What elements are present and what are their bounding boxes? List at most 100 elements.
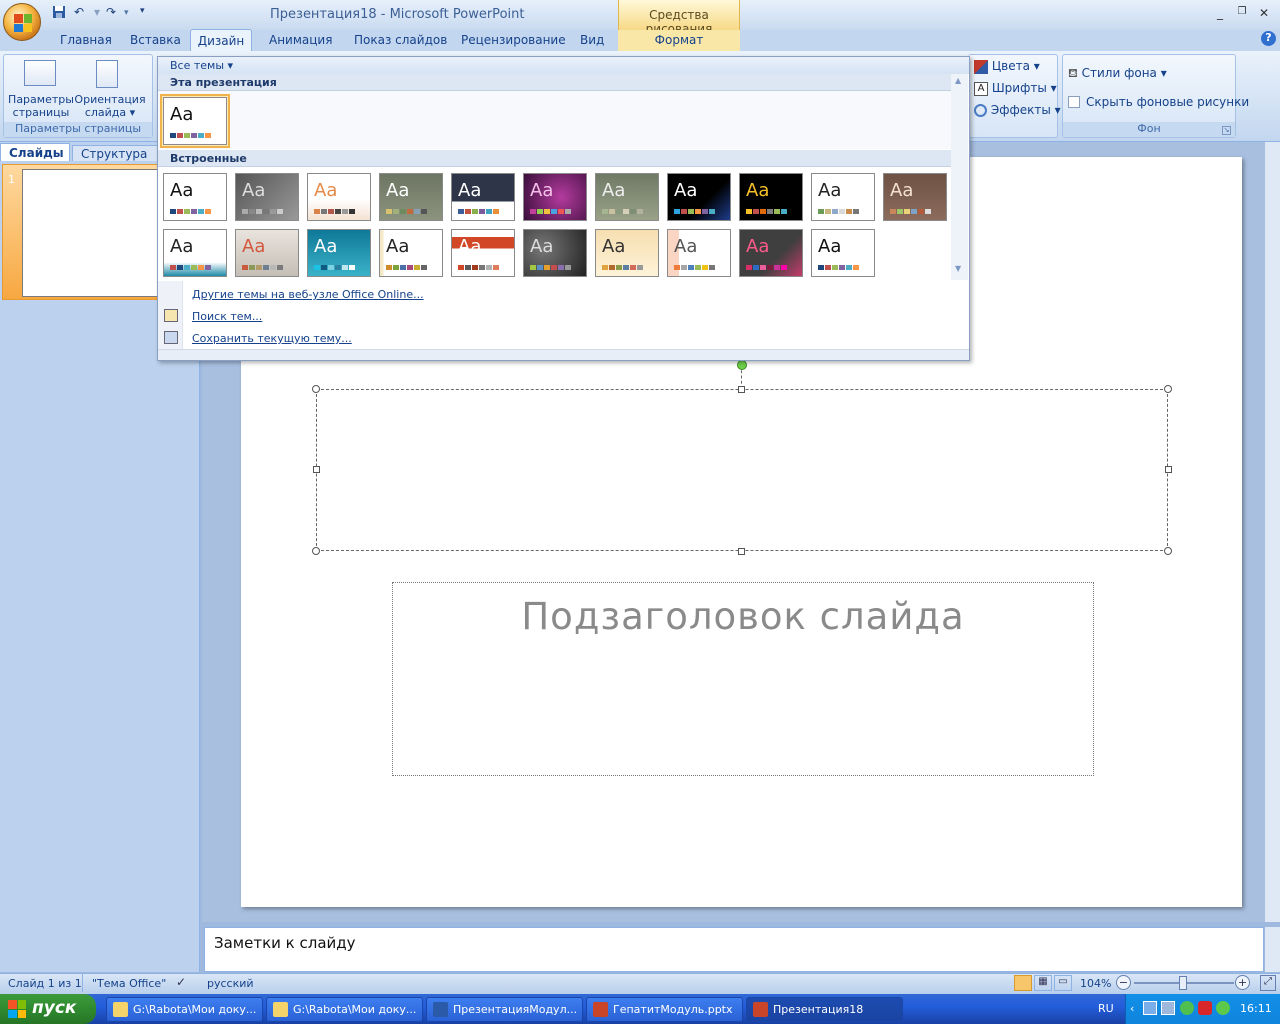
rotate-handle[interactable] [737,360,747,370]
fit-to-window-icon[interactable]: ⤢ [1260,975,1276,991]
gallery-resize-grip[interactable] [158,349,969,360]
tab-view[interactable]: Вид [576,33,608,51]
colors-button[interactable]: Цвета ▾ [974,59,1040,74]
redo-icon[interactable]: ↷ [106,5,116,23]
notes-pane[interactable] [204,927,1264,972]
spellcheck-icon[interactable]: ✓ [176,975,186,989]
taskbar-button-word[interactable]: ПрезентацияМодул... [426,997,583,1022]
redo-dropdown-icon[interactable]: ▾ [124,8,129,26]
zoom-slider-thumb[interactable] [1179,976,1187,990]
gallery-scrollbar[interactable]: ▲ ▼ [951,74,968,280]
resize-handle[interactable] [1164,547,1172,555]
resize-handle[interactable] [1164,385,1172,393]
taskbar-button-folder-1[interactable]: G:\Rabota\Мои доку... [106,997,263,1022]
page-setup-button[interactable]: Параметры страницы [6,93,76,119]
customize-qat-icon[interactable]: ▾ [140,6,145,24]
language-indicator[interactable]: RU [1098,1002,1114,1015]
resize-handle[interactable] [738,386,745,393]
resize-handle[interactable] [313,466,320,473]
slideshow-view-icon[interactable]: ▭ [1054,975,1072,991]
scroll-down-icon[interactable]: ▼ [955,264,961,273]
slide-scrollbar[interactable] [1265,142,1280,922]
taskbar-button-folder-2[interactable]: G:\Rabota\Мои доку... [266,997,423,1022]
theme-thumb[interactable]: Aa [307,173,371,221]
antivirus-icon[interactable] [1198,1001,1212,1015]
theme-thumb[interactable]: Aa [163,173,227,221]
scroll-up-icon[interactable]: ▲ [955,76,961,85]
dialog-launcher-icon[interactable]: ↘ [1222,126,1231,135]
theme-thumb[interactable]: Aa [595,229,659,277]
slide-thumbnail[interactable] [22,169,160,297]
title-placeholder[interactable] [316,389,1168,551]
zoom-level[interactable]: 104% [1080,977,1111,990]
resize-handle[interactable] [738,548,745,555]
hide-background-graphics[interactable]: Скрыть фоновые рисунки [1068,95,1249,109]
theme-thumb[interactable]: Aa [667,173,731,221]
theme-thumb[interactable]: Aa [379,229,443,277]
save-icon[interactable] [52,5,66,23]
theme-thumb[interactable]: Aa [595,173,659,221]
resize-handle[interactable] [1165,466,1172,473]
theme-thumb[interactable]: Aa [739,229,803,277]
normal-view-icon[interactable] [1014,975,1032,991]
language[interactable]: русский [207,977,254,990]
restore-button[interactable]: ❐ [1232,6,1252,22]
resize-handle[interactable] [312,547,320,555]
theme-thumb[interactable]: Aa [523,173,587,221]
security-shield-icon[interactable] [1180,1001,1194,1015]
tab-format[interactable]: Формат [618,30,740,51]
fonts-button[interactable]: A Шрифты ▾ [974,81,1057,96]
taskbar-button-pptx[interactable]: ГепатитМодуль.pptx [586,997,743,1022]
network-icon-2[interactable] [1161,1001,1175,1015]
zoom-out-icon[interactable]: − [1116,975,1131,990]
more-themes-online-item[interactable]: Другие темы на веб-узле Office Online... [192,288,424,301]
theme-thumb[interactable]: Aa [379,173,443,221]
resize-handle[interactable] [312,385,320,393]
save-current-theme-item[interactable]: Сохранить текущую тему... [192,332,352,345]
undo-dropdown-icon[interactable]: ▾ [94,5,100,23]
theme-office-current[interactable]: Aa [163,97,227,145]
current-theme-thumb[interactable]: Aa [160,94,230,148]
tab-slideshow[interactable]: Показ слайдов [350,33,451,51]
minimize-button[interactable]: _ [1210,6,1230,22]
tray-app-icon[interactable] [1216,1001,1230,1015]
tab-outline[interactable]: Структура [72,145,158,161]
all-themes-header[interactable]: Все темы ▾ [158,57,969,74]
theme-thumb[interactable]: Aa [811,173,875,221]
theme-thumb[interactable]: Aa [163,229,227,277]
theme-thumb[interactable]: Aa [451,173,515,221]
clock[interactable]: 16:11 [1240,1002,1272,1015]
hide-graphics-checkbox[interactable] [1068,96,1080,108]
tab-home[interactable]: Главная [56,33,116,51]
background-styles-button[interactable]: ⛾ Стили фона ▾ [1068,66,1167,82]
subtitle-placeholder[interactable]: Подзаголовок слайда [392,582,1094,776]
start-button[interactable]: пуск [0,994,96,1024]
effects-button[interactable]: Эффекты ▾ [974,103,1061,117]
theme-thumb[interactable]: Aa [811,229,875,277]
close-button[interactable]: ✕ [1254,6,1274,22]
help-icon[interactable]: ? [1261,31,1276,46]
browse-themes-item[interactable]: Поиск тем... [192,310,262,323]
tab-review[interactable]: Рецензирование [457,33,570,51]
notes-scrollbar[interactable] [1265,927,1280,972]
office-button[interactable] [3,3,41,41]
undo-icon[interactable]: ↶ [74,5,84,23]
slide-orientation-button[interactable]: Ориентация слайда ▾ [74,93,146,119]
theme-thumb[interactable]: Aa [235,173,299,221]
theme-thumb[interactable]: Aa [451,229,515,277]
taskbar-button-active[interactable]: Презентация18 [746,997,903,1022]
theme-thumb[interactable]: Aa [883,173,947,221]
theme-thumb[interactable]: Aa [667,229,731,277]
slide-sorter-icon[interactable]: ▦ [1034,975,1052,991]
theme-thumb[interactable]: Aa [523,229,587,277]
theme-thumb[interactable]: Aa [739,173,803,221]
tab-slides[interactable]: Слайды [0,143,70,161]
zoom-in-icon[interactable]: + [1235,975,1250,990]
theme-thumb[interactable]: Aa [235,229,299,277]
network-icon[interactable] [1143,1001,1157,1015]
tab-design[interactable]: Дизайн [190,29,252,52]
tab-insert[interactable]: Вставка [126,33,185,51]
tray-arrow-icon[interactable]: ‹ [1130,1002,1134,1015]
theme-thumb[interactable]: Aa [307,229,371,277]
tab-animation[interactable]: Анимация [265,33,336,51]
